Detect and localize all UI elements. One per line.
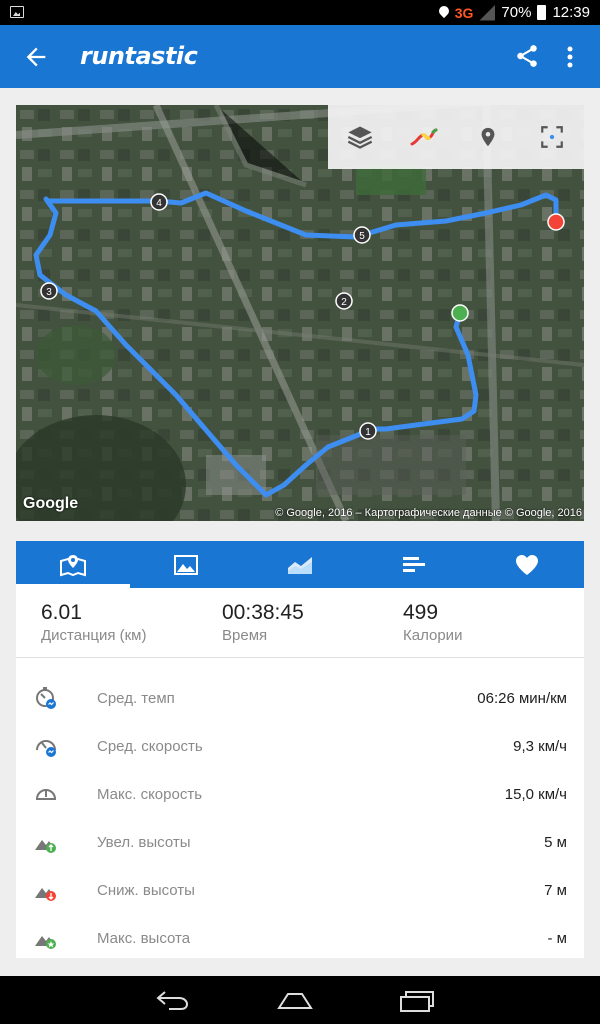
km-marker-label: 2 — [341, 297, 347, 308]
km-marker: 1 — [359, 422, 377, 440]
time-value: 00:38:45 — [222, 601, 304, 624]
app-logo: runtastic — [80, 42, 198, 70]
stat-value: 7 м — [544, 881, 567, 899]
status-bar: 3G 70% 12:39 — [0, 0, 600, 25]
share-icon[interactable] — [514, 43, 540, 69]
tab-photos[interactable] — [130, 541, 244, 588]
stat-value: 9,3 км/ч — [513, 737, 567, 755]
tab-heart[interactable] — [470, 541, 584, 588]
stat-value: 5 м — [544, 833, 567, 851]
max-elevation-icon — [35, 936, 56, 949]
km-marker: 4 — [150, 193, 168, 211]
stat-value: 15,0 км/ч — [504, 785, 567, 803]
distance-value: 6.01 — [41, 601, 82, 624]
stat-label: Сред. темп — [97, 689, 175, 707]
location-pin-icon — [481, 127, 495, 147]
tab-chart[interactable] — [243, 541, 357, 588]
battery-icon — [537, 5, 547, 20]
km-marker-label: 1 — [365, 427, 371, 438]
summary-row: 6.01 Дистанция (км) 00:38:45 Время 499 К… — [16, 588, 584, 658]
app-bar: runtastic — [0, 25, 600, 88]
km-marker-label: 3 — [46, 287, 52, 298]
calories-value: 499 — [403, 601, 439, 624]
layers-icon — [347, 126, 373, 149]
system-nav-bar — [0, 976, 600, 1024]
nav-back-icon[interactable] — [155, 988, 191, 1012]
location-pin-button[interactable] — [456, 105, 520, 169]
end-marker — [547, 213, 565, 231]
tab-bar — [16, 541, 584, 588]
stats-list: Сред. темп 06:26 мин/км Сред. скорость 9… — [16, 658, 584, 962]
distance-label: Дистанция (км) — [41, 627, 147, 644]
stat-row: Сниж. высоты 7 м — [16, 866, 584, 914]
stat-value: 06:26 мин/км — [477, 689, 567, 707]
map-tab-icon — [59, 554, 86, 576]
battery-percent: 70% — [501, 4, 532, 21]
km-marker-label: 5 — [359, 231, 365, 242]
km-marker: 2 — [335, 292, 353, 310]
stat-label: Сред. скорость — [97, 737, 203, 755]
status-right: 3G 70% 12:39 — [439, 0, 590, 25]
nav-recents-icon[interactable] — [398, 988, 436, 1014]
avg-speed-icon — [36, 740, 56, 757]
km-marker: 3 — [40, 282, 58, 300]
time-summary: 00:38:45 Время — [197, 588, 378, 657]
stat-label: Макс. скорость — [97, 785, 203, 803]
back-arrow-icon[interactable] — [22, 43, 50, 71]
map-toolbar — [328, 105, 584, 169]
calories-summary: 499 Калории — [378, 588, 559, 657]
clock: 12:39 — [552, 4, 590, 21]
layers-button[interactable] — [328, 105, 392, 169]
nav-home-icon[interactable] — [276, 988, 314, 1012]
location-icon — [439, 6, 449, 20]
avg-pace-icon — [36, 687, 56, 709]
distance-summary: 6.01 Дистанция (км) — [16, 588, 197, 657]
screenshot-notification-icon — [10, 6, 24, 18]
photo-tab-icon — [174, 554, 199, 575]
splits-tab-icon — [402, 556, 425, 572]
max-speed-icon — [35, 789, 57, 800]
elevation-loss-icon — [35, 888, 56, 901]
tab-splits[interactable] — [357, 541, 471, 588]
fullscreen-button[interactable] — [520, 105, 584, 169]
km-marker-label: 4 — [156, 198, 162, 209]
heart-tab-icon — [516, 554, 539, 575]
network-type: 3G — [454, 4, 474, 21]
stat-label: Сниж. высоты — [97, 881, 195, 899]
calories-label: Калории — [403, 627, 463, 644]
map-attribution: © Google, 2016 – Картографические данные… — [275, 507, 582, 519]
stat-row: Сред. темп 06:26 мин/км — [16, 674, 584, 722]
route-map[interactable]: 1 2 3 4 5 Google © Google, 2016 – Картог… — [16, 105, 584, 521]
stat-label: Макс. высота — [97, 929, 191, 947]
stat-value: - м — [547, 929, 567, 947]
km-marker: 5 — [353, 226, 371, 244]
google-logo: Google — [23, 495, 79, 512]
stats-card: 6.01 Дистанция (км) 00:38:45 Время 499 К… — [16, 541, 584, 958]
elevation-gain-icon — [35, 840, 56, 853]
heatmap-route-button[interactable] — [392, 105, 456, 169]
signal-icon — [479, 4, 496, 21]
stat-row: Макс. скорость 15,0 км/ч — [16, 770, 584, 818]
time-label: Время — [222, 627, 268, 644]
stat-label: Увел. высоты — [97, 833, 191, 851]
stat-row: Увел. высоты 5 м — [16, 818, 584, 866]
fullscreen-icon — [541, 126, 563, 148]
more-vert-icon[interactable] — [560, 43, 580, 71]
stat-row: Макс. высота - м — [16, 914, 584, 962]
tab-map[interactable] — [16, 541, 130, 588]
start-marker — [451, 304, 469, 322]
stat-row: Сред. скорость 9,3 км/ч — [16, 722, 584, 770]
chart-tab-icon — [287, 556, 312, 574]
heatmap-route-icon — [410, 128, 438, 146]
